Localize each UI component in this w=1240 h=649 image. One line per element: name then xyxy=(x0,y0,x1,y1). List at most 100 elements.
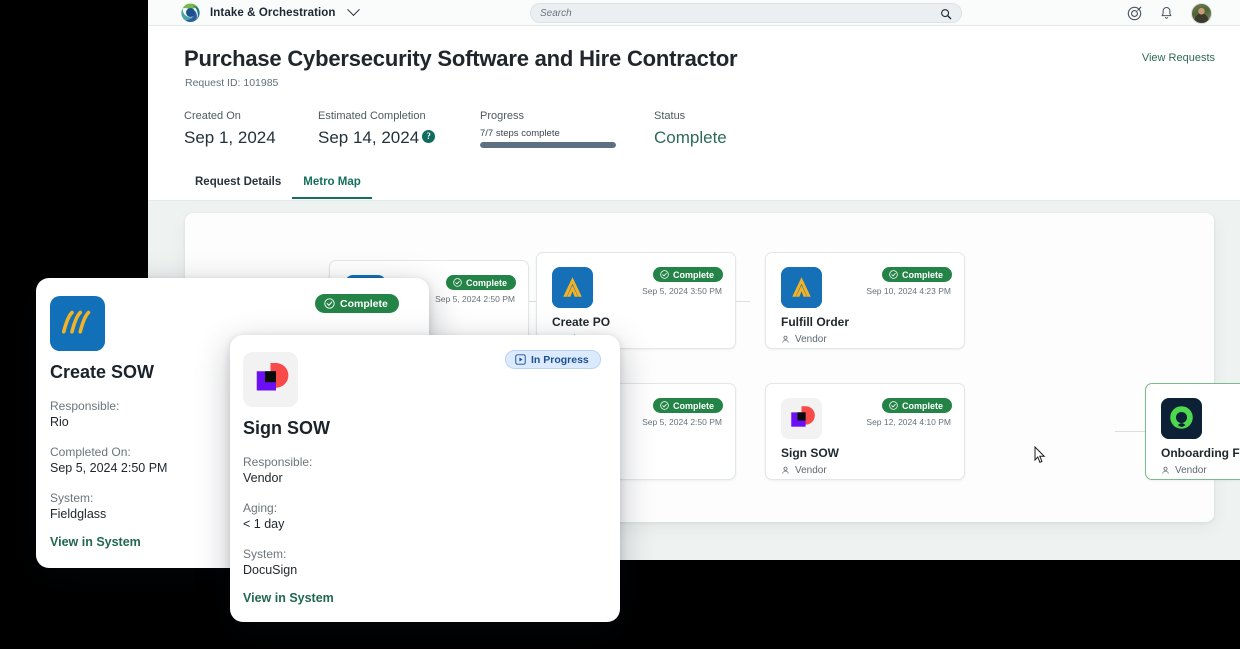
popover-title: Create SOW xyxy=(50,362,155,382)
status-badge: Complete xyxy=(445,275,516,290)
tab-request-details[interactable]: Request Details xyxy=(184,176,292,199)
progress-bar-fill xyxy=(480,142,616,148)
popover-status-badge-in-progress: In Progress xyxy=(505,350,601,369)
ariba-logo-icon xyxy=(781,267,822,308)
status-badge-label: Complete xyxy=(672,269,714,280)
fieldglass-logo-icon xyxy=(50,296,105,351)
popover-field-label-system: System: xyxy=(50,491,94,505)
check-circle-icon xyxy=(324,298,335,309)
metro-node-sign-sow[interactable]: Complete Sep 12, 2024 4:10 PM Sign SOW V… xyxy=(765,383,965,480)
view-requests-link[interactable]: View Requests xyxy=(1142,52,1215,64)
node-title: Create PO xyxy=(552,315,611,329)
popover-status-label: In Progress xyxy=(531,353,589,366)
search-icon[interactable] xyxy=(940,7,952,20)
meta-estimated-completion: Estimated Completion Sep 14, 2024? xyxy=(318,110,480,148)
docusign-logo-icon xyxy=(243,352,298,407)
check-circle-icon xyxy=(453,278,462,287)
status-badge: Complete xyxy=(881,398,952,413)
popover-field-value-system: Fieldglass xyxy=(50,507,107,521)
status-badge-label: Complete xyxy=(465,277,507,288)
meta-label: Status xyxy=(654,110,686,122)
status-badge: Complete xyxy=(881,267,952,282)
popover-field-label-aging: Aging: xyxy=(243,501,278,515)
person-icon xyxy=(1162,466,1169,474)
user-avatar[interactable] xyxy=(1191,2,1212,24)
top-navigation-bar: Intake & Orchestration xyxy=(148,0,1240,26)
meta-label: Progress xyxy=(480,110,525,122)
popover-status-badge-complete: Complete xyxy=(315,294,399,313)
tab-metro-map[interactable]: Metro Map xyxy=(292,176,372,199)
metro-node-fulfill-order[interactable]: Complete Sep 10, 2024 4:23 PM Fulfill Or… xyxy=(765,252,965,349)
connector-line xyxy=(1115,431,1145,432)
status-value: Complete xyxy=(654,128,727,147)
popover-status-label: Complete xyxy=(340,297,388,310)
meta-value: Sep 1, 2024 xyxy=(184,128,276,147)
page-title: Purchase Cybersecurity Software and Hire… xyxy=(184,46,738,71)
global-search[interactable] xyxy=(530,3,962,23)
popover-view-in-system-link[interactable]: View in System xyxy=(50,535,141,549)
status-badge: Complete xyxy=(652,267,723,282)
request-meta-row: Created On Sep 1, 2024 Estimated Complet… xyxy=(184,110,727,148)
popover-field-value-completed-on: Sep 5, 2024 2:50 PM xyxy=(50,461,168,475)
search-input[interactable] xyxy=(540,7,940,19)
popover-view-in-system-link[interactable]: View in System xyxy=(243,591,334,605)
metro-node-onboarding-forms[interactable]: Complete Sep 14, 2024 5:30 PM Onboarding… xyxy=(1145,383,1240,480)
popover-field-label-completed-on: Completed On: xyxy=(50,445,131,459)
intake-orchestration-logo-icon xyxy=(180,2,201,23)
tabs-divider xyxy=(148,200,1240,201)
top-bar-actions xyxy=(1127,0,1212,26)
popover-field-label-system: System: xyxy=(243,547,287,561)
popover-field-value-responsible: Rio xyxy=(50,415,69,429)
meta-created-on: Created On Sep 1, 2024 xyxy=(184,110,318,148)
node-owner: Vendor xyxy=(1161,465,1207,476)
bell-icon[interactable] xyxy=(1159,6,1174,21)
workday-logo-icon xyxy=(1161,398,1202,439)
progress-text: 7/7 steps complete xyxy=(480,128,560,139)
check-circle-icon xyxy=(889,270,898,279)
popover-field-label-responsible: Responsible: xyxy=(243,455,313,469)
status-badge-label: Complete xyxy=(901,269,943,280)
node-timestamp: Sep 5, 2024 2:50 PM xyxy=(642,417,722,427)
docusign-logo-icon xyxy=(781,398,822,439)
status-badge: Complete xyxy=(652,398,723,413)
mouse-cursor xyxy=(1034,445,1046,464)
node-owner-label: Vendor xyxy=(795,465,827,476)
node-title: Sign SOW xyxy=(781,446,839,460)
node-timestamp: Sep 5, 2024 2:50 PM xyxy=(435,294,515,304)
popover-field-value-aging: < 1 day xyxy=(243,517,285,531)
app-switcher[interactable]: Intake & Orchestration xyxy=(180,2,360,23)
ariba-logo-icon xyxy=(552,267,593,308)
node-title: Fulfill Order xyxy=(781,315,850,329)
check-circle-icon xyxy=(660,401,669,410)
node-title: Onboarding Forms xyxy=(1161,446,1240,460)
status-badge-label: Complete xyxy=(672,400,714,411)
status-badge-label: Complete xyxy=(901,400,943,411)
popover-field-value-system: DocuSign xyxy=(243,563,298,577)
person-icon xyxy=(782,466,789,474)
help-circle-icon[interactable]: ? xyxy=(422,130,436,143)
node-timestamp: Sep 10, 2024 4:23 PM xyxy=(866,286,951,296)
request-id-label: Request ID: 101985 xyxy=(185,77,279,89)
popover-field-label-responsible: Responsible: xyxy=(50,399,120,413)
meta-label: Estimated Completion xyxy=(318,110,426,122)
request-tabs: Request Details Metro Map xyxy=(184,176,372,199)
meta-label: Created On xyxy=(184,110,241,122)
popover-title: Sign SOW xyxy=(243,418,330,438)
person-icon xyxy=(782,335,789,343)
meta-status: Status Complete xyxy=(654,110,727,148)
play-square-icon xyxy=(515,354,526,365)
check-circle-icon xyxy=(660,270,669,279)
meta-value: Sep 14, 2024? xyxy=(318,128,480,148)
chevron-down-icon[interactable] xyxy=(346,3,360,17)
popover-field-value-responsible: Vendor xyxy=(243,471,283,485)
node-timestamp: Sep 5, 2024 3:50 PM xyxy=(642,286,722,296)
meta-progress: Progress 7/7 steps complete xyxy=(480,110,654,148)
node-owner: Vendor xyxy=(781,465,827,476)
node-owner: Vendor xyxy=(781,334,827,345)
progress-bar xyxy=(480,142,616,148)
node-owner-label: Vendor xyxy=(1175,465,1207,476)
request-header: Purchase Cybersecurity Software and Hire… xyxy=(148,26,1240,201)
target-icon[interactable] xyxy=(1127,6,1142,21)
check-circle-icon xyxy=(889,401,898,410)
node-timestamp: Sep 12, 2024 4:10 PM xyxy=(866,417,951,427)
